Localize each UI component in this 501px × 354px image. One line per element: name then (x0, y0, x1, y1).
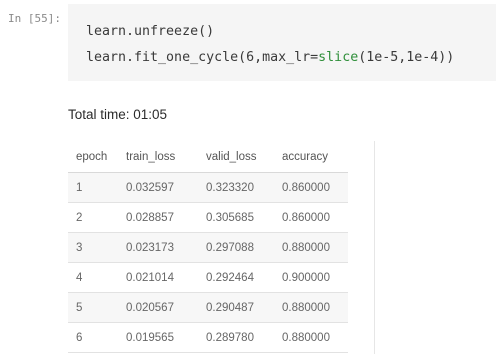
cell-valid-loss: 0.297088 (198, 232, 274, 263)
cell-accuracy: 0.900000 (274, 262, 348, 293)
total-time-label: Total time: 01:05 (68, 107, 168, 122)
table-row: 5 0.020567 0.290487 0.880000 (68, 292, 348, 323)
cell-accuracy: 0.880000 (274, 292, 348, 323)
code-keyword-slice: slice (318, 50, 359, 65)
cell-valid-loss: 0.290487 (198, 292, 274, 323)
code-line-2-suffix: (1e-5,1e-4)) (358, 50, 455, 65)
table-header-row: epoch train_loss valid_loss accuracy (68, 141, 348, 173)
cell-epoch: 2 (68, 202, 118, 233)
cell-accuracy: 0.860000 (274, 202, 348, 233)
cell-accuracy: 0.880000 (274, 322, 348, 353)
cell-valid-loss: 0.289780 (198, 322, 274, 353)
cell-train-loss: 0.019565 (118, 322, 198, 353)
code-line-2: learn.fit_one_cycle(6,max_lr=slice(1e-5,… (86, 50, 454, 65)
header-accuracy: accuracy (274, 141, 348, 173)
code-cell[interactable]: learn.unfreeze() learn.fit_one_cycle(6,m… (68, 4, 496, 81)
cell-train-loss: 0.021014 (118, 262, 198, 293)
cell-epoch: 6 (68, 322, 118, 353)
table-row: 1 0.032597 0.323320 0.860000 (68, 172, 348, 203)
table-row: 2 0.028857 0.305685 0.860000 (68, 202, 348, 233)
cell-valid-loss: 0.305685 (198, 202, 274, 233)
cell-epoch: 3 (68, 232, 118, 263)
table-row: 6 0.019565 0.289780 0.880000 (68, 322, 348, 353)
cell-train-loss: 0.020567 (118, 292, 198, 323)
cell-valid-loss: 0.323320 (198, 172, 274, 203)
cell-accuracy: 0.860000 (274, 172, 348, 203)
header-train-loss: train_loss (118, 141, 198, 173)
code-line-1: learn.unfreeze() (86, 24, 215, 39)
header-epoch: epoch (68, 141, 118, 173)
table-row: 3 0.023173 0.297088 0.880000 (68, 232, 348, 263)
training-results-table: epoch train_loss valid_loss accuracy 1 0… (68, 141, 348, 353)
cell-prompt: In [55]: (8, 12, 61, 25)
cell-train-loss: 0.028857 (118, 202, 198, 233)
cell-valid-loss: 0.292464 (198, 262, 274, 293)
table-row: 4 0.021014 0.292464 0.900000 (68, 262, 348, 293)
cell-accuracy: 0.880000 (274, 232, 348, 263)
cell-epoch: 5 (68, 292, 118, 323)
cell-train-loss: 0.023173 (118, 232, 198, 263)
output-scroll-edge (374, 141, 375, 354)
cell-train-loss: 0.032597 (118, 172, 198, 203)
cell-epoch: 1 (68, 172, 118, 203)
header-valid-loss: valid_loss (198, 141, 274, 173)
code-line-2-prefix: learn.fit_one_cycle(6,max_lr= (86, 50, 319, 65)
cell-epoch: 4 (68, 262, 118, 293)
